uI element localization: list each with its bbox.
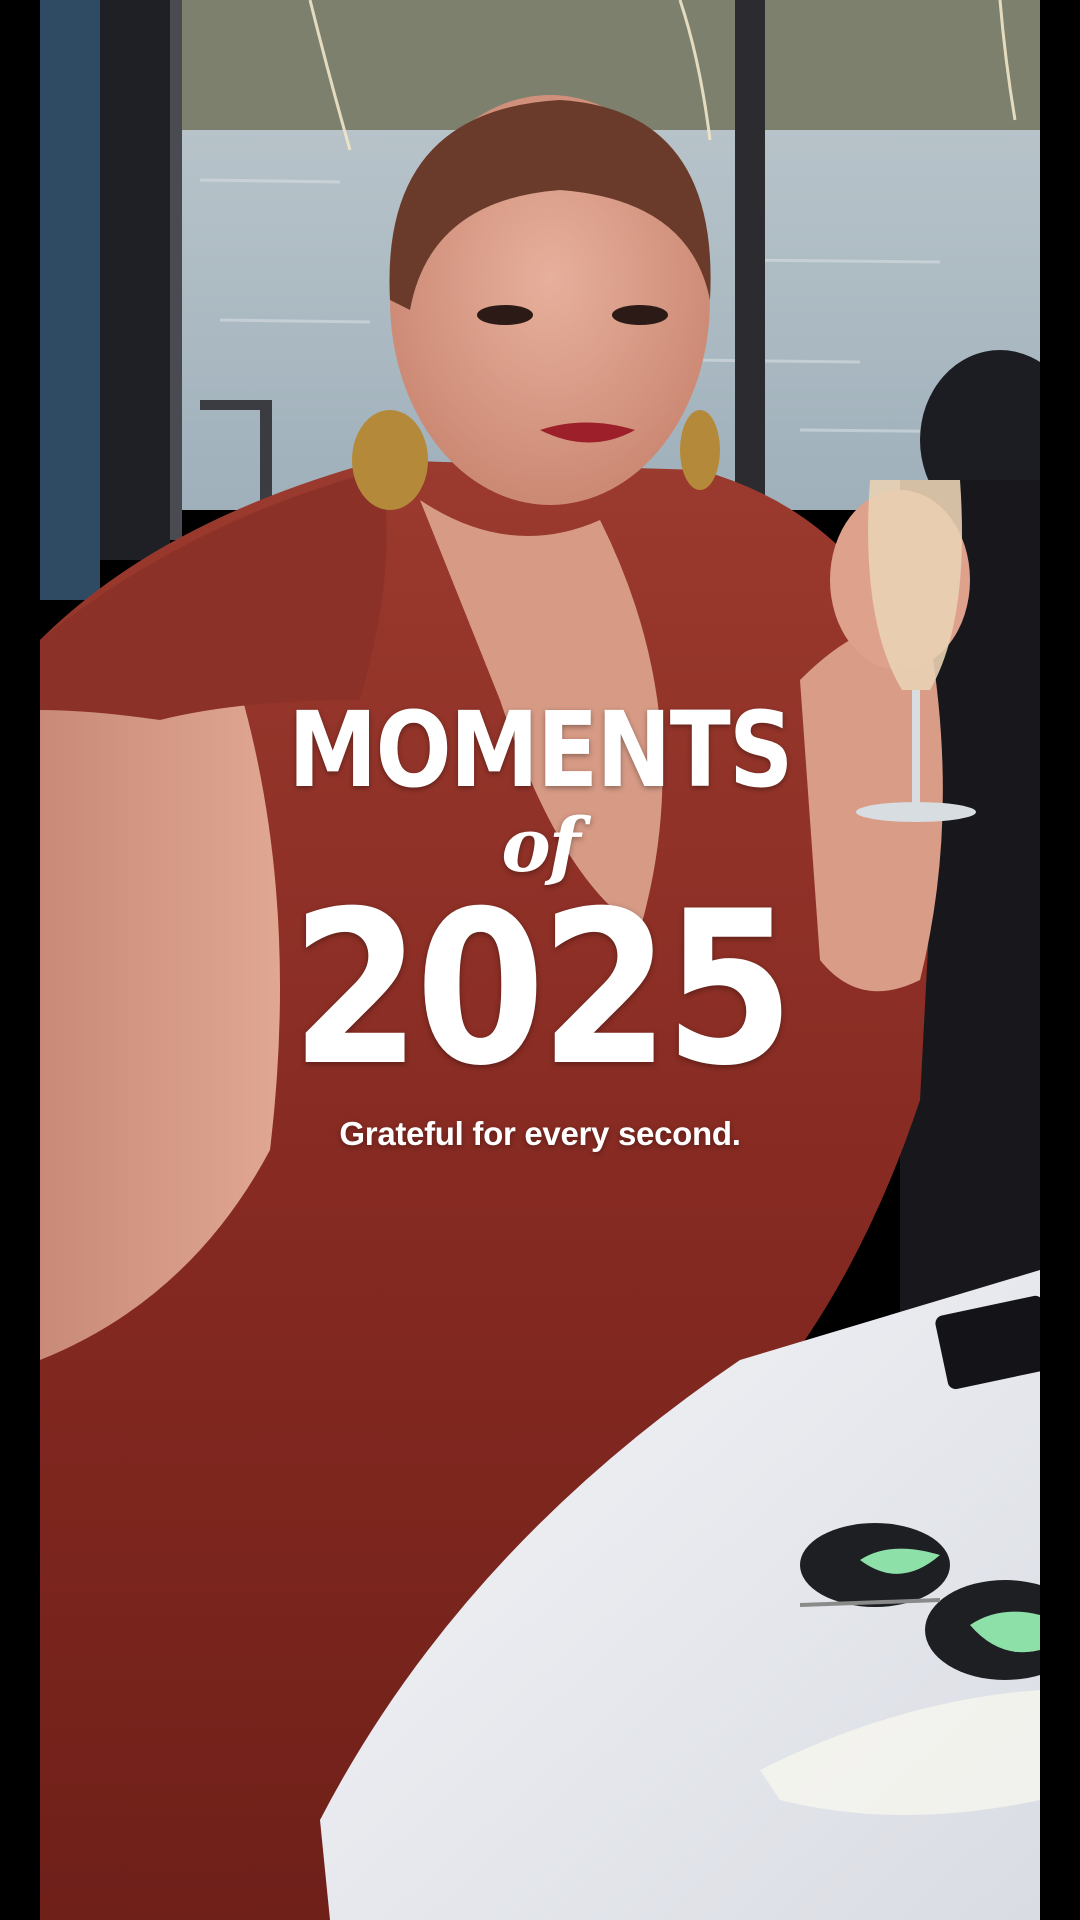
story-subtitle: Grateful for every second.	[339, 1115, 741, 1152]
title-moments: MOMENTS	[288, 689, 793, 811]
title-year: 2025	[290, 865, 794, 1112]
story-screen[interactable]: MOMENTS of 2025 Grateful for every secon…	[0, 0, 1080, 1920]
story-title-overlay: MOMENTS of 2025 Grateful for every secon…	[0, 690, 1080, 1154]
